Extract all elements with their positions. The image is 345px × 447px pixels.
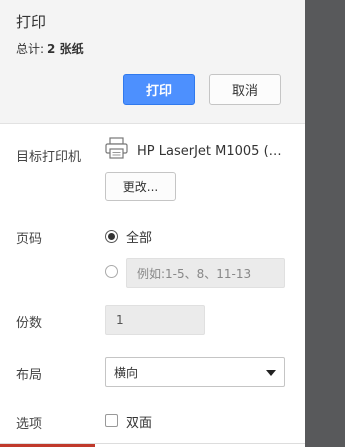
print-dialog-panel: 打印 总计: 2 张纸 打印 取消 目标打印机 HP LaserJet M1005… xyxy=(0,0,305,447)
total-label: 总计: xyxy=(16,42,45,56)
all-pages-radio[interactable] xyxy=(105,230,118,243)
layout-label: 布局 xyxy=(16,368,43,383)
pages-label: 页码 xyxy=(16,232,43,247)
printer-icon xyxy=(105,137,128,159)
duplex-checkbox[interactable] xyxy=(105,414,118,427)
total-value: 2 张纸 xyxy=(47,42,84,56)
layout-select[interactable]: 横向 xyxy=(105,357,285,387)
all-pages-label: 全部 xyxy=(126,231,153,246)
preview-backdrop xyxy=(305,0,345,447)
destination-label: 目标打印机 xyxy=(16,150,82,165)
print-header: 打印 总计: 2 张纸 打印 取消 xyxy=(0,0,305,124)
dropdown-arrow-icon xyxy=(266,370,276,376)
printer-name: HP LaserJet M1005 (副... xyxy=(137,144,287,159)
change-printer-button[interactable]: 更改... xyxy=(105,172,176,201)
sheet-summary: 总计: 2 张纸 xyxy=(16,40,84,57)
layout-selected-value: 横向 xyxy=(114,365,139,380)
copies-input[interactable]: 1 xyxy=(105,305,205,335)
page-range-radio[interactable] xyxy=(105,265,118,278)
copies-label: 份数 xyxy=(16,316,43,331)
cancel-button[interactable]: 取消 xyxy=(209,74,281,105)
duplex-label: 双面 xyxy=(126,416,153,431)
page-range-input[interactable]: 例如:1-5、8、11-13 xyxy=(126,258,285,288)
print-button[interactable]: 打印 xyxy=(123,74,195,105)
options-label: 选项 xyxy=(16,417,43,432)
dialog-title: 打印 xyxy=(16,13,47,31)
